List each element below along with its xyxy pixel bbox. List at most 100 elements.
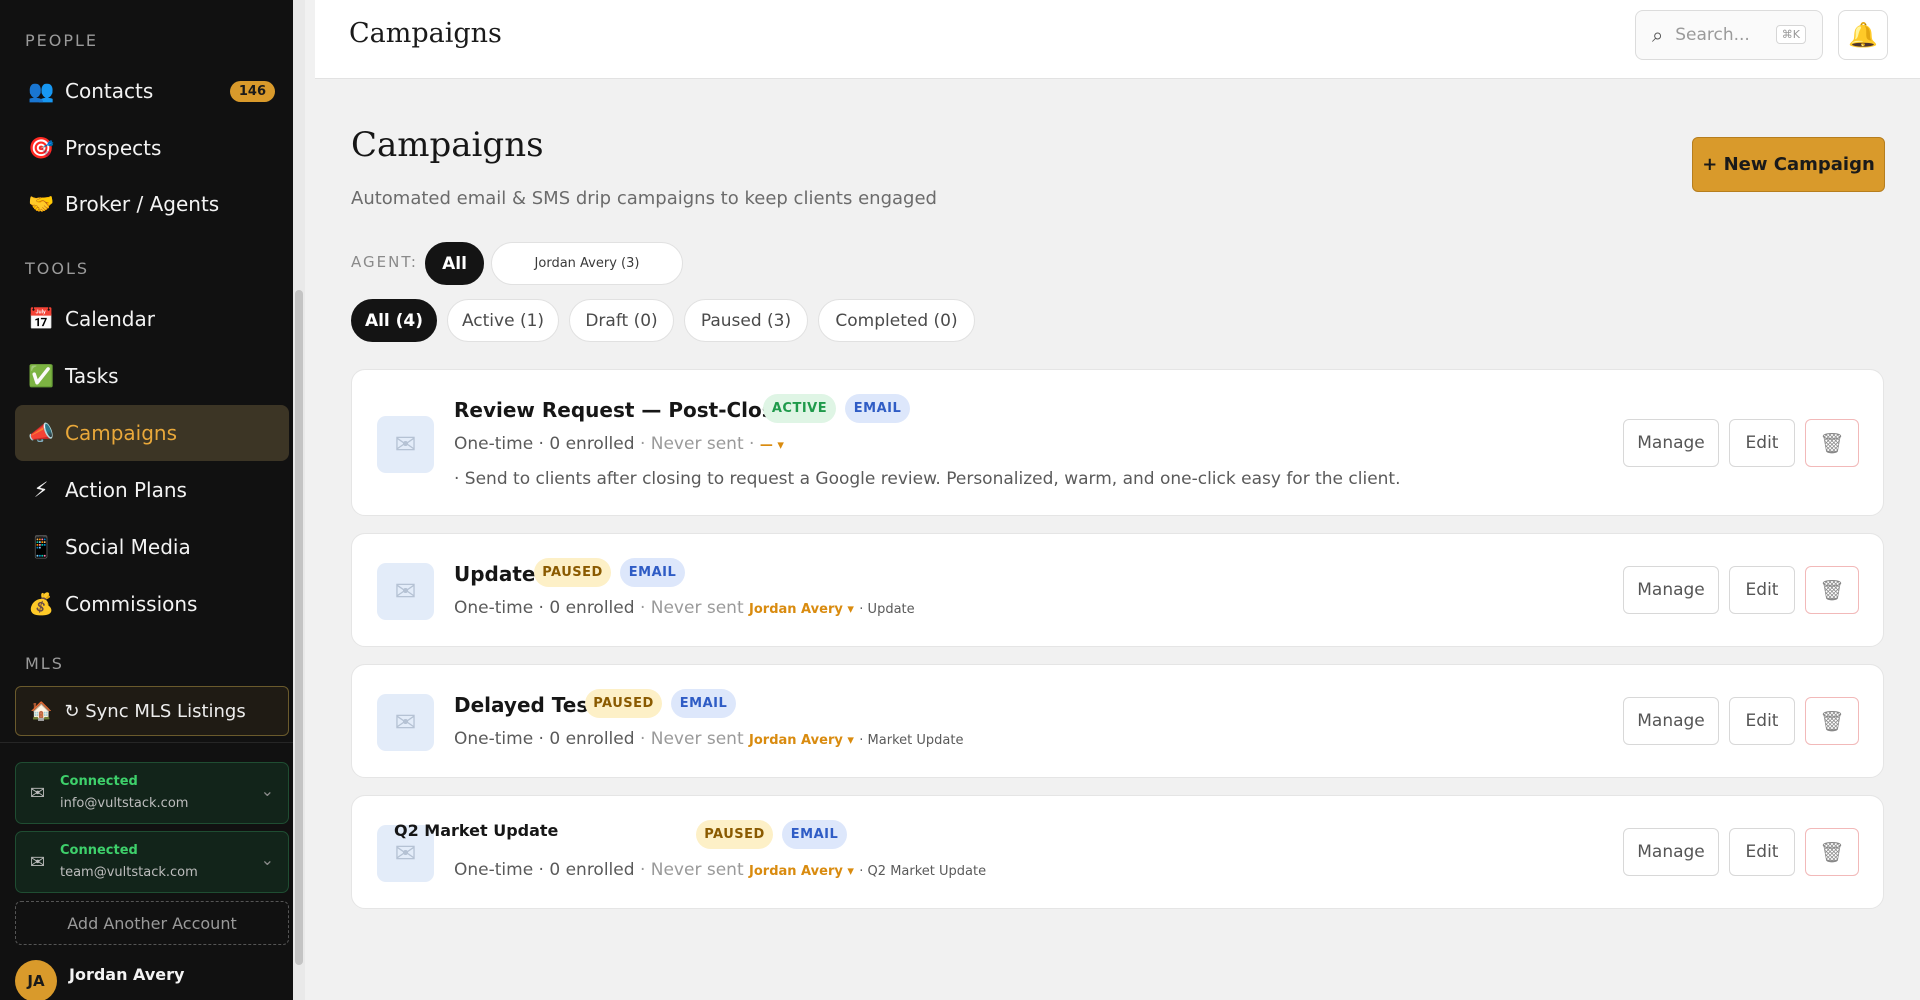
manage-button[interactable]: Manage <box>1623 828 1719 876</box>
campaign-meta: One-time · 0 enrolled · Never sent Jorda… <box>454 860 986 880</box>
campaign-card[interactable]: ✉ Review Request — Post-Closing ACTIVE E… <box>351 369 1884 516</box>
last-sent: · Never sent <box>639 598 744 618</box>
channel-badge: EMAIL <box>845 394 910 423</box>
manage-button[interactable]: Manage <box>1623 566 1719 614</box>
sidebar-item-campaigns[interactable]: 📣 Campaigns <box>15 405 289 461</box>
agent-filter-all[interactable]: All <box>425 242 484 285</box>
last-sent: · Never sent <box>639 434 744 454</box>
scrollbar-thumb[interactable] <box>295 290 303 965</box>
campaign-meta: One-time · 0 enrolled · Never sent · — ▾ <box>454 434 784 454</box>
delete-button[interactable]: 🗑 <box>1805 697 1859 745</box>
checkmark-icon: ✅ <box>28 363 55 388</box>
edit-button[interactable]: Edit <box>1729 828 1795 876</box>
sidebar-item-social-media[interactable]: 📱 Social Media <box>15 519 289 575</box>
campaign-schedule: One-time · 0 enrolled <box>454 598 635 618</box>
agent-filter-label: AGENT: <box>351 253 418 271</box>
campaign-title: Delayed Test <box>454 693 598 717</box>
delete-button[interactable]: 🗑 <box>1805 419 1859 467</box>
page-title: Campaigns <box>351 125 544 165</box>
add-account-button[interactable]: Add Another Account <box>15 901 289 945</box>
agent-filter-jordan-avery[interactable]: Jordan Avery (3) <box>491 242 683 285</box>
notifications-button[interactable]: 🔔 <box>1838 10 1888 60</box>
user-name: Jordan Avery <box>69 964 185 984</box>
status-filter-draft[interactable]: Draft (0) <box>569 299 674 342</box>
channel-badge: EMAIL <box>620 558 685 587</box>
status-badge: PAUSED <box>696 820 773 849</box>
lightning-icon: ⚡ <box>33 478 49 502</box>
manage-button[interactable]: Manage <box>1623 697 1719 745</box>
bell-icon: 🔔 <box>1848 21 1878 49</box>
campaign-card[interactable]: ✉ Update PAUSED EMAIL One-time · 0 enrol… <box>351 533 1884 647</box>
envelope-icon: ✉ <box>377 416 434 473</box>
sidebar-item-action-plans[interactable]: ⚡ Action Plans <box>15 462 289 518</box>
sidebar-item-label: Contacts <box>65 79 154 103</box>
edit-button[interactable]: Edit <box>1729 419 1795 467</box>
sidebar: PEOPLE 👥 Contacts 146 🎯 Prospects 🤝 Brok… <box>0 0 305 1000</box>
sidebar-item-tasks[interactable]: ✅ Tasks <box>15 348 289 404</box>
sidebar-item-label: Action Plans <box>65 478 187 502</box>
sidebar-item-label: Calendar <box>65 307 155 331</box>
campaign-type: · Market Update <box>859 733 964 748</box>
delete-button[interactable]: 🗑 <box>1805 828 1859 876</box>
campaign-title: Review Request — Post-Closing <box>454 398 810 422</box>
campaign-card[interactable]: ✉ Q2 Market Update PAUSED EMAIL One-time… <box>351 795 1884 909</box>
status-filter-paused[interactable]: Paused (3) <box>684 299 808 342</box>
agent-dropdown[interactable]: — ▾ <box>760 438 784 453</box>
sidebar-item-label: Commissions <box>65 592 198 616</box>
chevron-down-icon[interactable]: ⌄ <box>261 781 274 800</box>
account-email: team@vultstack.com <box>60 865 198 880</box>
megaphone-icon: 📣 <box>28 420 55 445</box>
mls-section-label: MLS <box>25 654 64 673</box>
sidebar-item-label: Tasks <box>65 364 119 388</box>
target-icon: 🎯 <box>28 135 55 160</box>
email-account-2[interactable]: ✉ Connected team@vultstack.com ⌄ <box>15 831 289 893</box>
agent-dropdown[interactable]: Jordan Avery ▾ <box>749 864 854 879</box>
campaign-schedule: One-time · 0 enrolled <box>454 860 635 880</box>
contacts-count-badge: 146 <box>229 80 275 102</box>
chevron-down-icon[interactable]: ⌄ <box>261 850 274 869</box>
handshake-icon: 🤝 <box>28 191 55 216</box>
status-filter-completed[interactable]: Completed (0) <box>818 299 975 342</box>
sidebar-item-contacts[interactable]: 👥 Contacts 146 <box>15 63 289 119</box>
campaign-title: Q2 Market Update <box>394 821 559 840</box>
sidebar-item-prospects[interactable]: 🎯 Prospects <box>15 120 289 176</box>
edit-button[interactable]: Edit <box>1729 697 1795 745</box>
campaign-card[interactable]: ✉ Delayed Test PAUSED EMAIL One-time · 0… <box>351 664 1884 778</box>
account-email: info@vultstack.com <box>60 796 189 811</box>
contacts-icon: 👥 <box>28 78 55 103</box>
user-profile[interactable]: JA Jordan Avery <box>15 960 289 1000</box>
search-input[interactable]: ⌕ Search... ⌘K <box>1635 10 1823 60</box>
channel-badge: EMAIL <box>782 820 847 849</box>
last-sent: · Never sent <box>639 860 744 880</box>
status-badge: PAUSED <box>534 558 611 587</box>
trash-icon: 🗑 <box>1819 431 1845 455</box>
sidebar-item-calendar[interactable]: 📅 Calendar <box>15 291 289 347</box>
new-campaign-button[interactable]: + New Campaign <box>1692 137 1885 192</box>
sidebar-divider <box>0 742 305 743</box>
campaign-type: · Q2 Market Update <box>859 864 987 879</box>
sidebar-item-commissions[interactable]: 💰 Commissions <box>15 576 289 632</box>
campaign-schedule: One-time · 0 enrolled <box>454 434 635 454</box>
agent-dropdown[interactable]: Jordan Avery ▾ <box>749 733 854 748</box>
agent-dropdown[interactable]: Jordan Avery ▾ <box>749 602 854 617</box>
sidebar-item-broker-agents[interactable]: 🤝 Broker / Agents <box>15 176 289 232</box>
status-filter-all[interactable]: All (4) <box>351 299 437 342</box>
people-section-label: PEOPLE <box>25 31 99 50</box>
status-filter-active[interactable]: Active (1) <box>447 299 559 342</box>
calendar-icon: 📅 <box>28 306 55 331</box>
manage-button[interactable]: Manage <box>1623 419 1719 467</box>
status-badge: ACTIVE <box>763 394 836 423</box>
campaign-title: Update <box>454 562 536 586</box>
email-account-1[interactable]: ✉ Connected info@vultstack.com ⌄ <box>15 762 289 824</box>
page-subtitle: Automated email & SMS drip campaigns to … <box>351 188 937 209</box>
envelope-icon: ✉ <box>377 694 434 751</box>
last-sent: · Never sent <box>639 729 744 749</box>
sync-mls-button[interactable]: 🏠 ↻ Sync MLS Listings <box>15 686 289 736</box>
account-status: Connected <box>60 843 138 858</box>
edit-button[interactable]: Edit <box>1729 566 1795 614</box>
sync-mls-label: ↻ Sync MLS Listings <box>64 700 246 722</box>
channel-badge: EMAIL <box>671 689 736 718</box>
delete-button[interactable]: 🗑 <box>1805 566 1859 614</box>
sidebar-scrollbar[interactable] <box>293 0 305 1000</box>
house-icon: 🏠 <box>30 700 53 722</box>
